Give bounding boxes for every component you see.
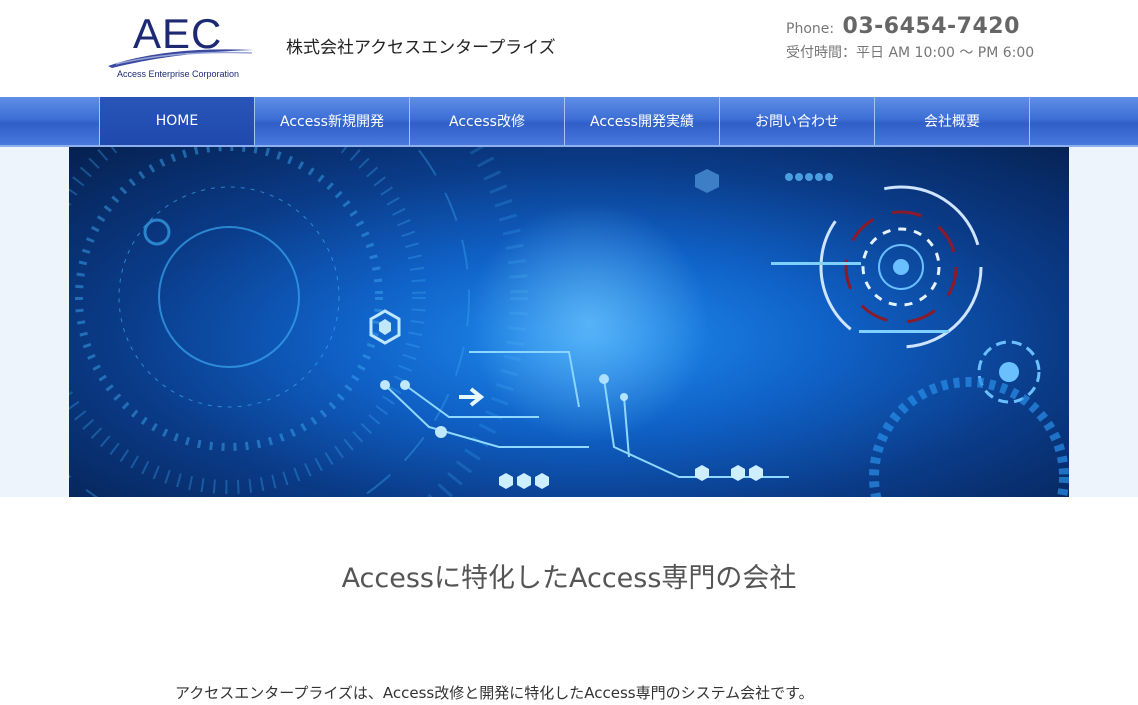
logo-subtitle: Access Enterprise Corporation	[117, 69, 240, 79]
business-hours: 受付時間：平日 AM 10:00 ～ PM 6:00	[786, 45, 1035, 61]
nav-item-home[interactable]: HOME	[100, 97, 255, 145]
nav-item-company[interactable]: 会社概要	[875, 97, 1030, 145]
intro-text: アクセスエンタープライズは、Access改修と開発に特化したAccess専門のシ…	[175, 684, 814, 702]
nav-item-new-development[interactable]: Access新規開発	[255, 97, 410, 145]
phone-number[interactable]: 03-6454-7420	[843, 14, 1020, 39]
main-nav: HOME Access新規開発 Access改修 Access開発実績 お問い合…	[0, 97, 1138, 147]
nav-items: HOME Access新規開発 Access改修 Access開発実績 お問い合…	[99, 97, 1030, 145]
circuit-illustration	[69, 147, 1069, 497]
phone-label: Phone:	[786, 21, 835, 37]
site-header: AEC Access Enterprise Corporation 株式会社アク…	[0, 0, 1138, 97]
section-title: Accessに特化したAccess専門の会社	[341, 563, 797, 594]
phone-line: Phone: 03-6454-7420	[786, 14, 1106, 39]
contact-info: Phone: 03-6454-7420 受付時間：平日 AM 10:00 ～ P…	[786, 14, 1106, 62]
hero-banner	[69, 147, 1069, 497]
nav-item-results[interactable]: Access開発実績	[565, 97, 720, 145]
nav-item-contact[interactable]: お問い合わせ	[720, 97, 875, 145]
nav-item-modification[interactable]: Access改修	[410, 97, 565, 145]
company-name: 株式会社アクセスエンタープライズ	[286, 38, 556, 58]
logo-swoosh-icon	[108, 49, 254, 68]
aec-logo[interactable]: AEC Access Enterprise Corporation	[106, 12, 256, 84]
